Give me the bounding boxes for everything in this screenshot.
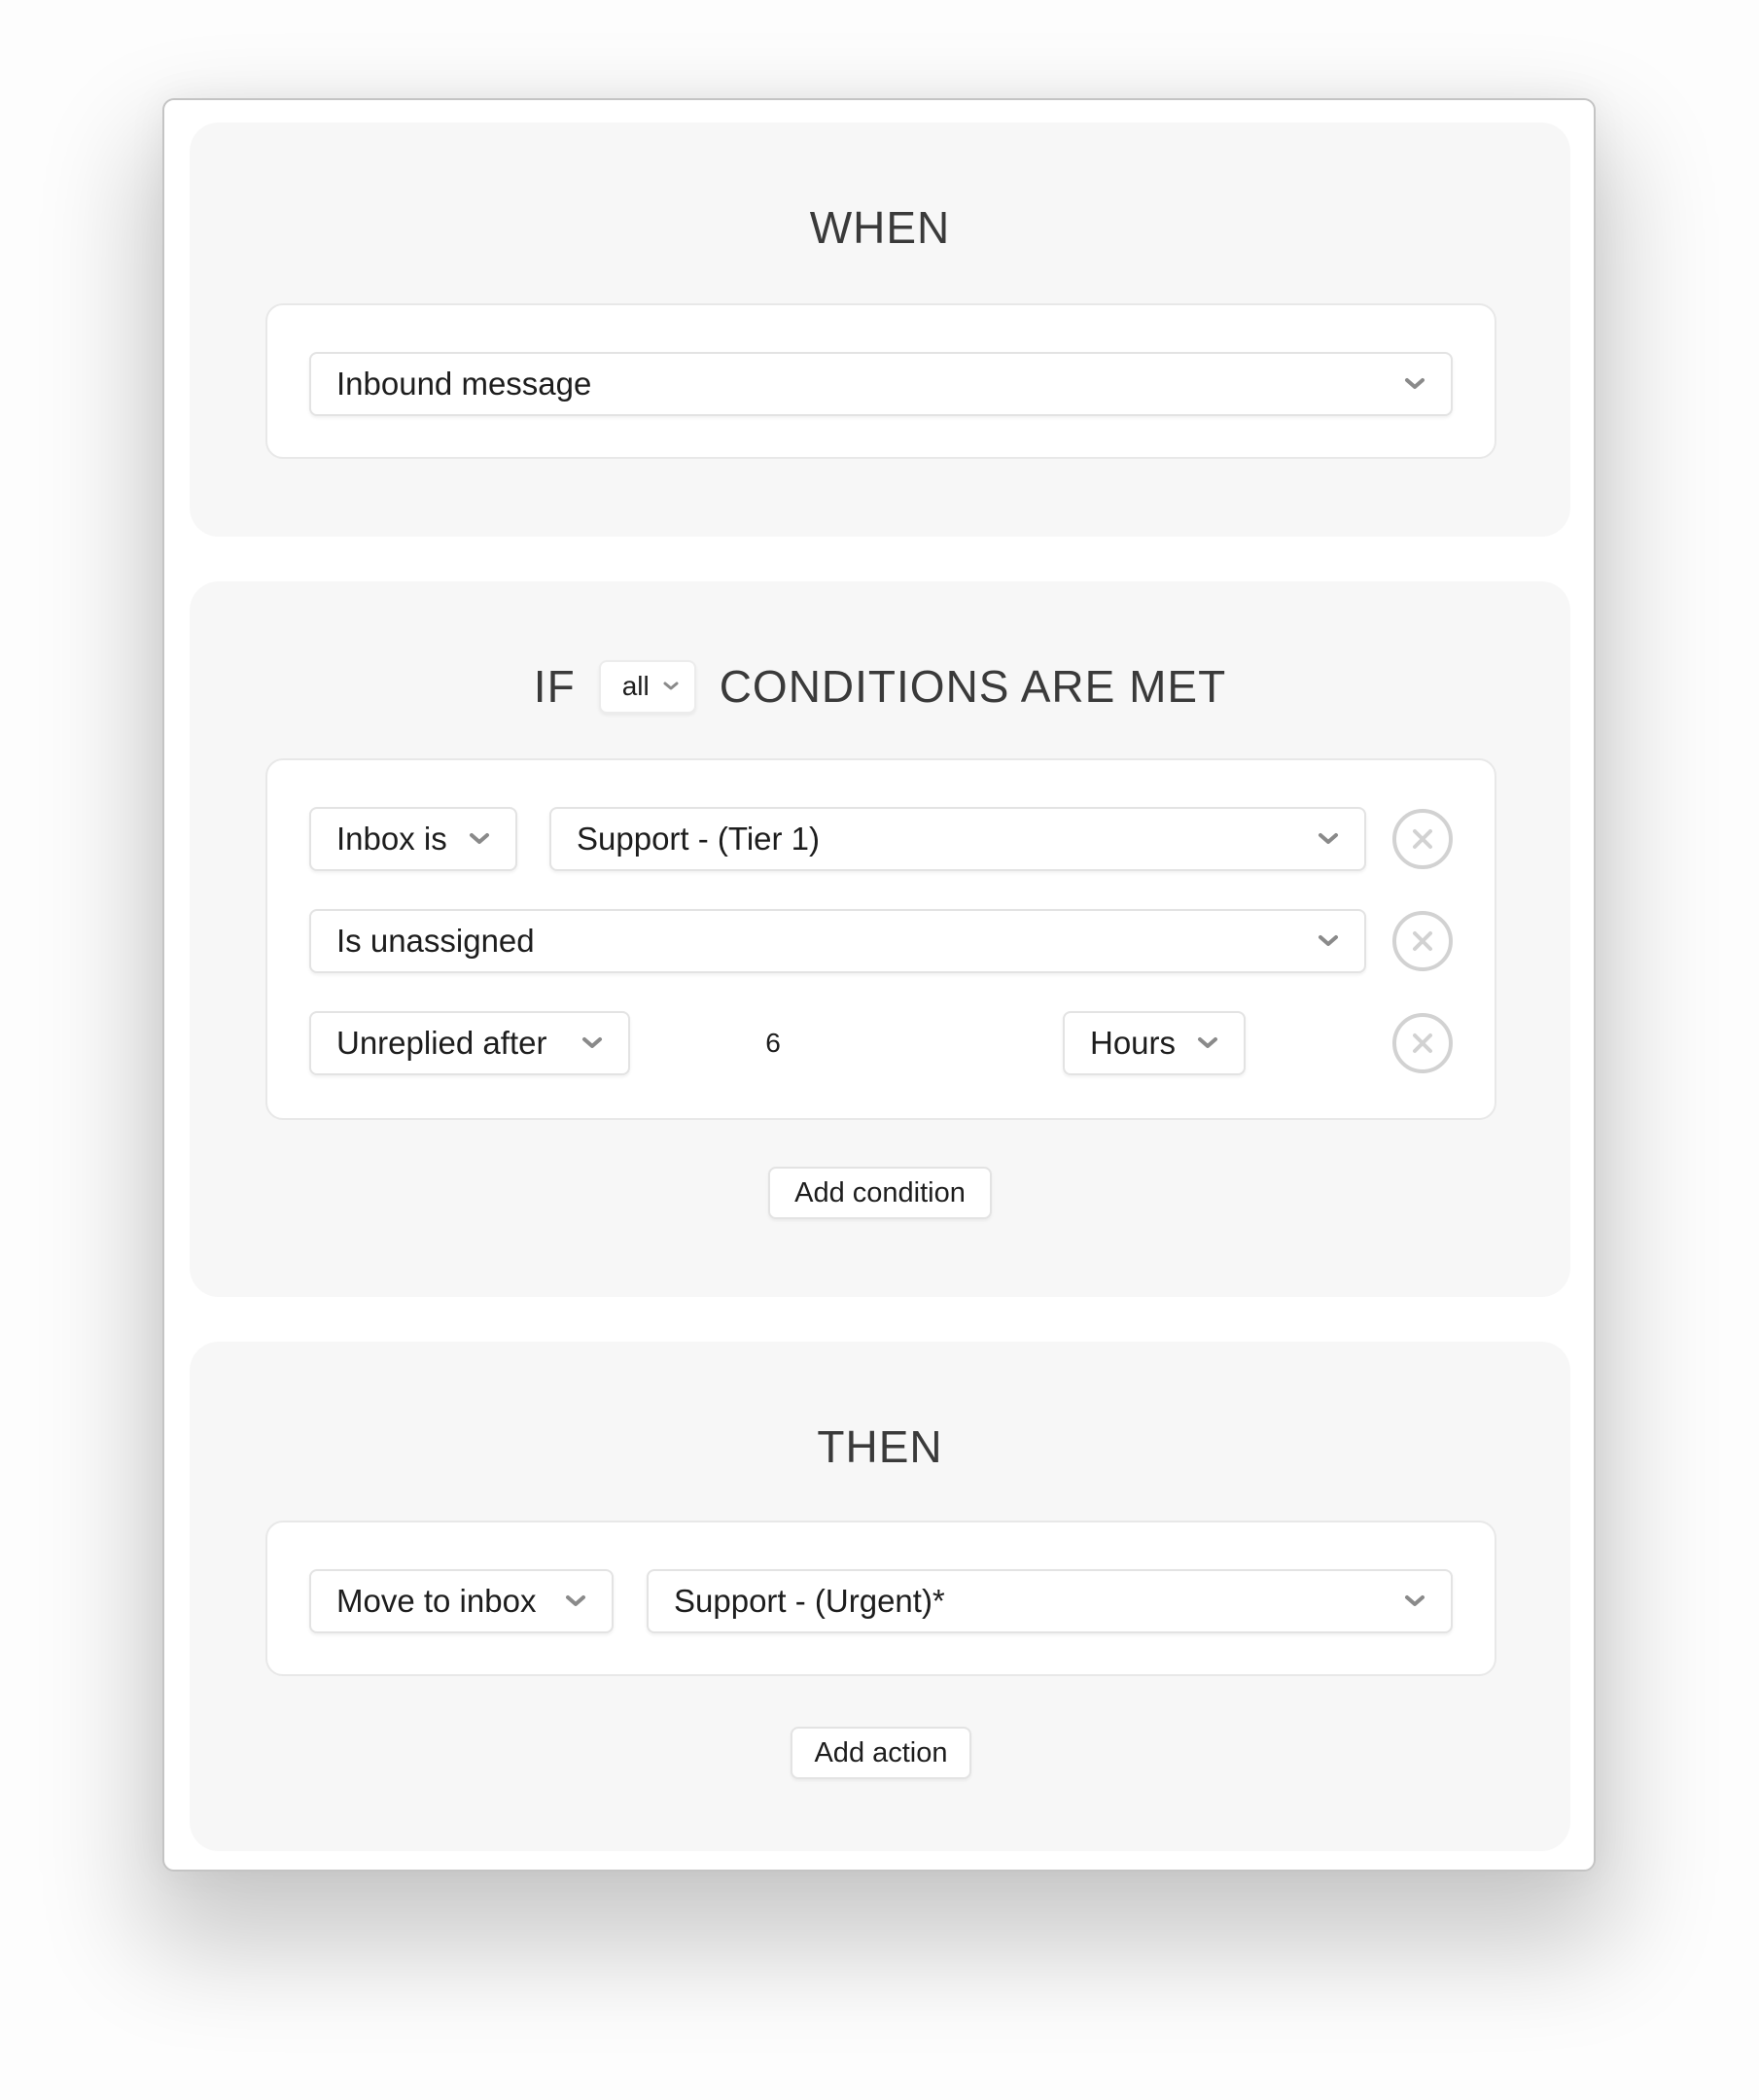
match-mode-value: all [621,671,650,701]
action-1-target-select[interactable]: Support - (Urgent)* [647,1569,1453,1633]
condition-2-field: Is unassigned [336,923,535,959]
chevron-down-icon [663,682,679,691]
add-action-button[interactable]: Add action [791,1727,971,1779]
trigger-select-value: Inbound message [336,366,592,402]
chevron-down-icon [581,1036,603,1050]
automation-rule-window: WHEN Inbound message IF all CONDITIONS A… [162,98,1596,1872]
then-title: THEN [190,1419,1570,1474]
then-title-text: THEN [817,1421,943,1472]
when-title-text: WHEN [809,202,951,253]
condition-3-remove-button[interactable] [1392,1013,1453,1073]
condition-1-remove-button[interactable] [1392,809,1453,869]
chevron-down-icon [1197,1036,1218,1050]
chevron-down-icon [1404,1594,1425,1608]
when-section: WHEN Inbound message [190,122,1570,537]
chevron-down-icon [565,1594,586,1608]
condition-3-field: Unreplied after [336,1025,547,1061]
add-condition-label: Add condition [794,1176,966,1208]
trigger-card: Inbound message [265,303,1496,459]
if-title-suffix: CONDITIONS ARE MET [719,661,1227,712]
match-mode-select[interactable]: all [598,659,696,714]
trigger-select[interactable]: Inbound message [309,352,1453,416]
when-title: WHEN [190,200,1570,255]
condition-3-amount: 6 [765,1028,781,1058]
if-section: IF all CONDITIONS ARE MET Inbox is Suppo… [190,581,1570,1297]
action-1-type-select[interactable]: Move to inbox [309,1569,614,1633]
add-action-label: Add action [814,1736,948,1768]
condition-2-field-select[interactable]: Is unassigned [309,909,1366,973]
condition-1-value: Support - (Tier 1) [577,821,821,857]
add-condition-button[interactable]: Add condition [768,1167,992,1219]
condition-1-field: Inbox is [336,821,447,857]
close-circle-icon [1413,1033,1432,1053]
conditions-card: Inbox is Support - (Tier 1) Is unassigne… [265,758,1496,1120]
if-title: IF all CONDITIONS ARE MET [190,659,1570,714]
condition-2-remove-button[interactable] [1392,911,1453,971]
condition-3-amount-input[interactable]: 6 [647,1011,899,1075]
condition-1-value-select[interactable]: Support - (Tier 1) [549,807,1366,871]
action-1-type: Move to inbox [336,1583,537,1619]
close-circle-icon [1413,931,1432,951]
action-1-target: Support - (Urgent)* [674,1583,945,1619]
then-section: THEN Move to inbox Support - (Urgent)* A… [190,1342,1570,1851]
if-title-prefix: IF [533,661,576,712]
chevron-down-icon [1404,377,1425,391]
chevron-down-icon [1318,832,1339,846]
actions-card: Move to inbox Support - (Urgent)* [265,1521,1496,1676]
close-circle-icon [1413,829,1432,849]
chevron-down-icon [469,832,490,846]
chevron-down-icon [1318,934,1339,948]
condition-1-field-select[interactable]: Inbox is [309,807,517,871]
condition-3-field-select[interactable]: Unreplied after [309,1011,630,1075]
condition-3-unit-select[interactable]: Hours [1063,1011,1246,1075]
condition-3-unit: Hours [1090,1025,1177,1061]
